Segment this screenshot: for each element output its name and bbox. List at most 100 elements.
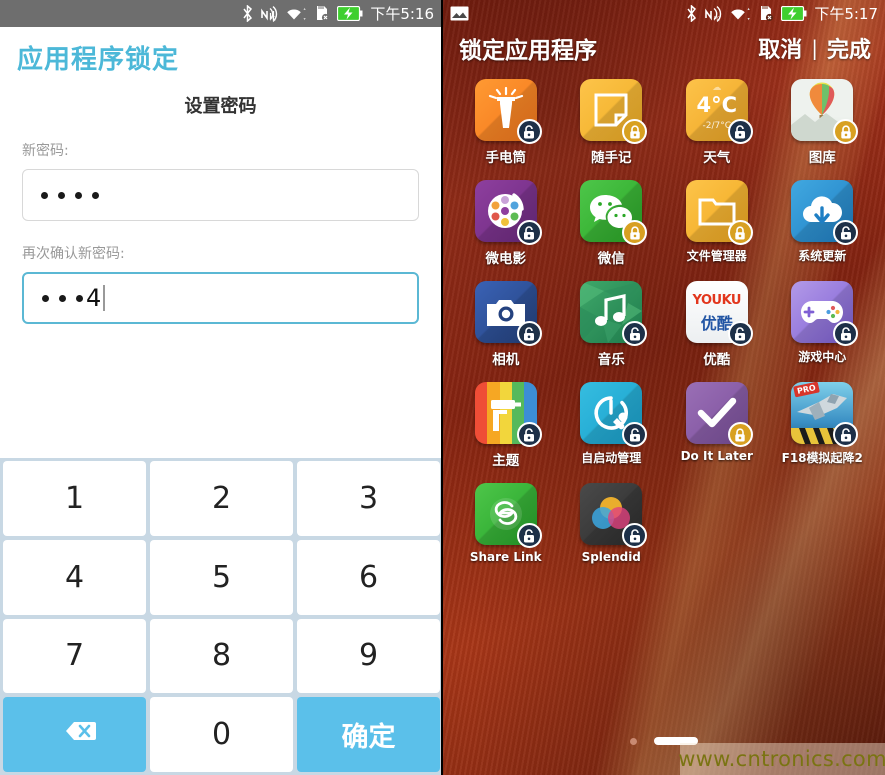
app-grid: 手电筒 随手记 ☁ 4°C -2/7°C 天气 图库 微电影 微信 文件管理器 … bbox=[443, 75, 885, 564]
app-item[interactable]: 微信 bbox=[559, 180, 665, 267]
lock-badge[interactable] bbox=[727, 422, 753, 447]
bluetooth-icon bbox=[686, 5, 697, 22]
unlock-badge[interactable] bbox=[727, 119, 753, 144]
unlock-badge[interactable] bbox=[622, 523, 648, 548]
lock-badge[interactable] bbox=[622, 119, 648, 144]
lock-badge[interactable] bbox=[833, 119, 859, 144]
unlock-badge[interactable] bbox=[727, 321, 753, 346]
app-item[interactable]: 自启动管理 bbox=[559, 382, 665, 469]
key-0[interactable]: 0 bbox=[150, 697, 293, 772]
app-label: Splendid bbox=[581, 550, 641, 564]
lock-badge[interactable] bbox=[727, 220, 753, 245]
screenshot-icon bbox=[450, 6, 679, 21]
unlock-badge[interactable] bbox=[516, 523, 542, 548]
nfc-icon: FC bbox=[704, 5, 723, 22]
section-title: 设置密码 bbox=[184, 96, 257, 117]
app-item[interactable]: Share Link bbox=[453, 483, 559, 564]
dual-screenshot: FC 下午5:16 应用程序锁定 设置密码 新密码: 再次确认新密码: 4 1 … bbox=[0, 0, 885, 775]
key-5[interactable]: 5 bbox=[150, 539, 293, 615]
app-item[interactable]: PRO Share Link F18模拟起降2 bbox=[770, 382, 876, 469]
bluetooth-icon bbox=[242, 5, 253, 22]
app-item[interactable]: 文件管理器 bbox=[664, 180, 770, 267]
watermark-text: www.cntronics.com bbox=[678, 747, 885, 771]
text-cursor bbox=[103, 285, 106, 311]
app-item[interactable]: YOUKU 优酷 优酷 bbox=[664, 281, 770, 368]
unlock-badge[interactable] bbox=[516, 321, 542, 346]
svg-text:FC: FC bbox=[270, 16, 277, 22]
unlock-badge[interactable] bbox=[516, 422, 542, 447]
app-label: 手电筒 bbox=[485, 150, 527, 166]
key-3[interactable]: 3 bbox=[297, 461, 440, 536]
page-title: 应用程序锁定 bbox=[17, 45, 180, 75]
lock-badge[interactable] bbox=[622, 220, 648, 245]
key-confirm[interactable]: 确定 bbox=[297, 697, 440, 772]
key-label: 4 bbox=[64, 559, 85, 595]
unlock-badge[interactable] bbox=[622, 422, 648, 447]
left-status-time: 下午5:16 bbox=[370, 5, 434, 23]
cancel-button[interactable]: 取消 bbox=[758, 32, 802, 64]
app-item[interactable]: 系统更新 bbox=[770, 180, 876, 267]
app-item[interactable]: 游戏中心 bbox=[770, 281, 876, 368]
app-label: 微信 bbox=[597, 251, 625, 267]
action-separator: | bbox=[811, 36, 818, 60]
done-button[interactable]: 完成 bbox=[827, 32, 871, 64]
unlock-badge[interactable] bbox=[622, 321, 648, 346]
battery-charging-icon bbox=[781, 6, 807, 21]
right-status-time: 下午5:17 bbox=[814, 5, 878, 23]
key-4[interactable]: 4 bbox=[3, 539, 146, 615]
app-label: 优酷 bbox=[703, 352, 731, 368]
confirm-password-input[interactable]: 4 bbox=[22, 272, 419, 324]
numeric-keypad: 1 2 3 4 5 6 7 8 9 0 确定 bbox=[0, 458, 441, 775]
key-label: 7 bbox=[64, 638, 85, 674]
key-label: 2 bbox=[211, 480, 232, 516]
app-label: F18模拟起降2 bbox=[781, 451, 863, 465]
app-item[interactable]: 音乐 bbox=[559, 281, 665, 368]
app-label: 文件管理器 bbox=[686, 249, 747, 263]
app-item[interactable]: 手电筒 bbox=[453, 79, 559, 166]
key-8[interactable]: 8 bbox=[150, 618, 293, 694]
unlock-badge[interactable] bbox=[516, 220, 542, 245]
weather-temp: 4°C bbox=[696, 93, 738, 117]
nfc-icon: FC bbox=[260, 5, 279, 22]
key-7[interactable]: 7 bbox=[3, 618, 146, 694]
youku-brand-top: YOUKU bbox=[692, 293, 742, 308]
app-item[interactable]: 图库 bbox=[770, 79, 876, 166]
app-item[interactable]: 主题 bbox=[453, 382, 559, 469]
password-dots bbox=[42, 294, 83, 302]
key-label: 确定 bbox=[341, 722, 396, 754]
app-item[interactable]: 微电影 bbox=[453, 180, 559, 267]
app-item[interactable]: ☁ 4°C -2/7°C 图库 天气 bbox=[664, 79, 770, 166]
key-6[interactable]: 6 bbox=[297, 539, 440, 615]
app-label: 天气 bbox=[703, 150, 731, 166]
wifi-icon bbox=[730, 6, 751, 22]
key-label: 1 bbox=[64, 480, 85, 516]
left-phone-screen: FC 下午5:16 应用程序锁定 设置密码 新密码: 再次确认新密码: 4 1 … bbox=[0, 0, 443, 775]
unlock-badge[interactable] bbox=[833, 321, 859, 346]
confirm-password-field-group: 再次确认新密码: 4 bbox=[0, 243, 441, 324]
app-label: 游戏中心 bbox=[798, 350, 847, 364]
key-9[interactable]: 9 bbox=[297, 618, 440, 694]
unlock-badge[interactable] bbox=[833, 422, 859, 447]
lock-apps-title: 锁定应用程序 bbox=[459, 38, 597, 64]
key-2[interactable]: 2 bbox=[150, 461, 293, 536]
app-item[interactable]: 相机 bbox=[453, 281, 559, 368]
key-label: 6 bbox=[358, 559, 379, 595]
key-1[interactable]: 1 bbox=[3, 461, 146, 536]
unlock-badge[interactable] bbox=[516, 119, 542, 144]
battery-charging-icon bbox=[337, 6, 363, 21]
app-label: 微电影 bbox=[485, 251, 527, 267]
app-item[interactable]: Do It Later bbox=[664, 382, 770, 469]
app-item[interactable]: 随手记 bbox=[559, 79, 665, 166]
confirm-password-label: 再次确认新密码: bbox=[22, 246, 125, 262]
app-label: Do It Later bbox=[680, 449, 753, 463]
new-password-input[interactable] bbox=[22, 169, 419, 221]
title-bar-actions: 取消 | 完成 bbox=[758, 32, 871, 64]
app-item[interactable]: Splendid bbox=[559, 483, 665, 564]
new-password-label: 新密码: bbox=[22, 143, 69, 159]
key-backspace[interactable] bbox=[3, 697, 146, 772]
key-label: 3 bbox=[358, 480, 379, 516]
app-label: 随手记 bbox=[591, 150, 632, 166]
left-status-bar: FC 下午5:16 bbox=[0, 0, 441, 27]
page-dot[interactable] bbox=[630, 737, 637, 745]
unlock-badge[interactable] bbox=[833, 220, 859, 245]
